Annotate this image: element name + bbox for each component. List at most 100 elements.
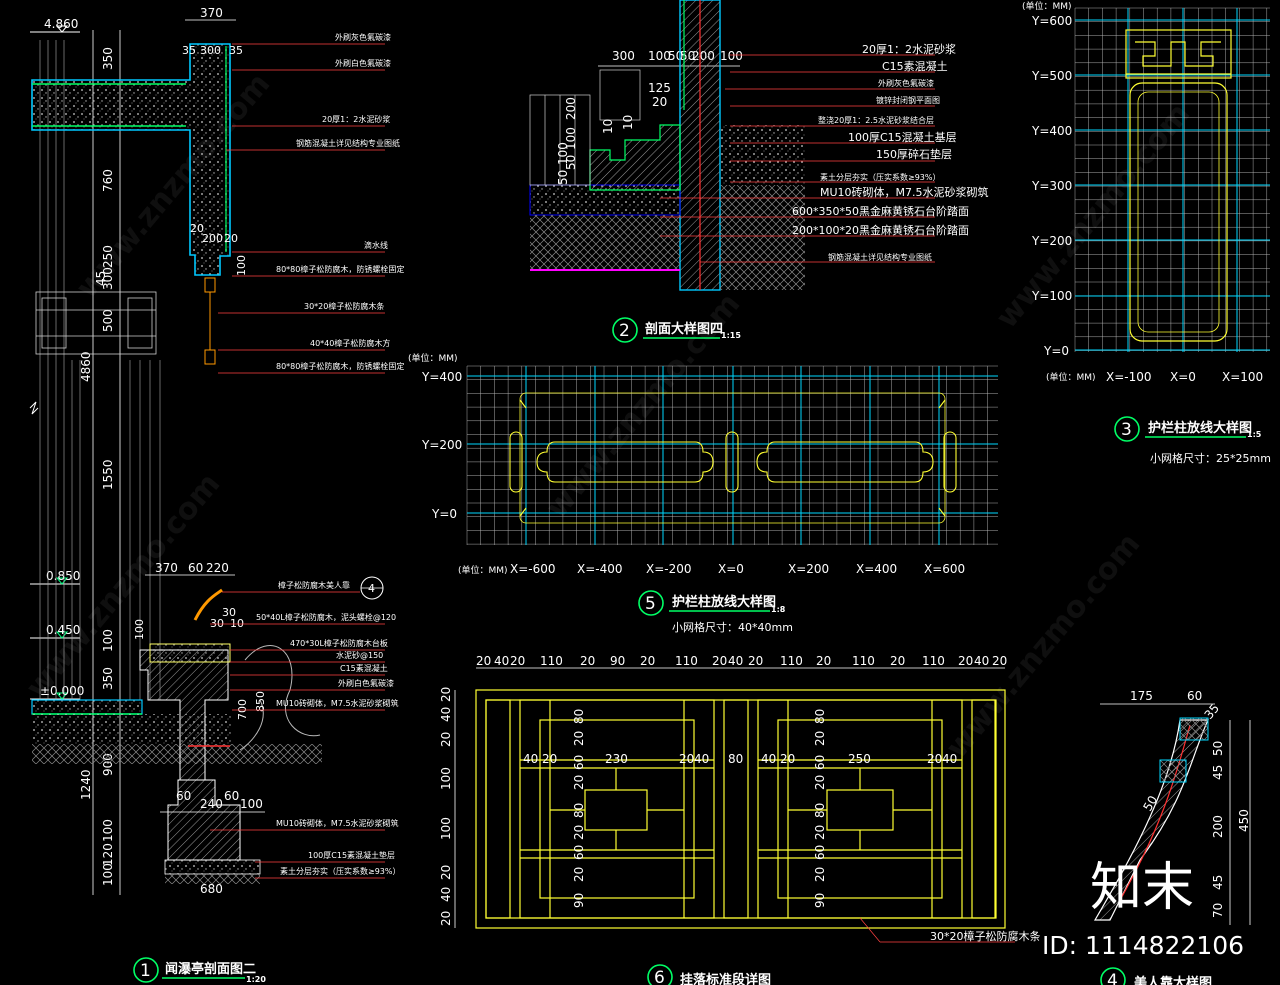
drawing-title: 2 剖面大样图四 1:15	[612, 317, 741, 343]
watermark-site: www.znzmo.com	[989, 97, 1197, 335]
dim-text: 175	[1130, 689, 1153, 703]
drawing-number: 4	[1107, 971, 1118, 985]
dim-text: 90	[813, 893, 827, 908]
drawing-2-detail: 300 100 50 50 200 100 200 100 50 100 50 …	[529, 0, 989, 343]
dim-text: 20	[580, 654, 595, 668]
note-text: 80*80樟子松防腐木，防锈螺栓固定	[276, 264, 404, 274]
drawing-title-text: 美人靠大样图	[1134, 975, 1212, 985]
note-text: 100厚C15素混凝土垫层	[308, 850, 395, 860]
dim-text: 20	[813, 825, 827, 840]
detail-ref-number: 4	[368, 582, 375, 595]
axis-label: Y=600	[1031, 14, 1072, 28]
dim-text: 4860	[79, 351, 93, 382]
dim-text: 120	[101, 843, 115, 866]
dim-text: 60	[176, 789, 191, 803]
dim-text: 250	[101, 245, 115, 268]
drawing-scale: 1:8	[771, 605, 786, 614]
dim-text: 200	[1211, 815, 1225, 838]
level-marker-0450: 0.450	[30, 623, 80, 639]
drawing-6-lattice: 20 40 20 110 20 90 20 110 20 40 20 110 20 110 20 110 20 4…	[439, 654, 1041, 985]
dim-text: 40	[728, 654, 743, 668]
dim-text: 10	[621, 115, 635, 130]
dim-text: 100	[439, 767, 453, 790]
axis-label: Y=200	[1031, 234, 1072, 248]
note-text: 40*40樟子松防腐木方	[310, 338, 390, 348]
grid-note: 小网格尺寸：25*25mm	[1150, 451, 1271, 465]
dim-text: 20	[640, 654, 655, 668]
note-text: 200*100*20黑金麻黄锈石台阶踏面	[792, 223, 969, 237]
dim-text: 100	[101, 819, 115, 842]
note-text: MU10砖砌体，M7.5水泥砂浆砌筑	[276, 698, 399, 708]
dim-text: 850	[254, 691, 267, 712]
drawing-title: 3 护栏柱放线大样图 1:5 小网格尺寸：25*25mm	[1114, 416, 1271, 465]
dim-text: 60	[813, 755, 827, 770]
unit-label: (单位：MM)	[408, 352, 458, 364]
dim-text: 35	[182, 44, 196, 57]
note-text: MU10砖砌体，M7.5水泥砂浆砌筑	[820, 185, 989, 199]
dim-text: 110	[780, 654, 803, 668]
drawing-scale: 1:5	[1247, 430, 1262, 439]
dim-text: 20	[748, 654, 763, 668]
axis-label: Y=400	[421, 370, 462, 384]
dim-text: 60	[224, 789, 239, 803]
dim-text: 20	[439, 865, 453, 880]
drawing-number: 5	[645, 594, 656, 614]
axis-label: X=0	[718, 562, 744, 576]
dim-text: 20	[813, 775, 827, 790]
level-marker-4860: 4.860	[30, 17, 80, 33]
note-text: 素土分层夯实（压实系数≥93%）	[820, 172, 940, 182]
level-label: 0.450	[46, 623, 80, 637]
note-text: 滴水线	[364, 240, 388, 250]
dim-text: 1240	[79, 769, 93, 800]
axis-label: Y=500	[1031, 69, 1072, 83]
drawing-title-text: 护栏柱放线大样图	[1148, 420, 1252, 436]
drawing-5-grid: (单位：MM) Y=400 Y=200 Y=0 (单位：MM) X=-600 X…	[408, 352, 998, 634]
note-text: 外刷白色氟碳漆	[338, 678, 394, 688]
axis-label: X=-200	[646, 562, 692, 576]
dim-text: 40	[694, 752, 709, 766]
level-label: ±0.000	[40, 684, 84, 698]
dim-text: 370	[200, 6, 223, 20]
dim-text: 125	[648, 81, 671, 95]
detail-ref-bubble: 4	[360, 576, 384, 600]
note-text: 水泥砂@150	[336, 650, 383, 660]
dim-text: 300	[612, 49, 635, 63]
dim-text: 350	[101, 667, 115, 690]
dim-text: 20	[712, 654, 727, 668]
drawing-title: 6 挂落标准段详图	[647, 964, 771, 985]
dim-text: 100	[101, 629, 115, 652]
dim-text: 230	[605, 752, 628, 766]
note-text: 30*20樟子松防腐木条	[304, 301, 384, 311]
note-text: 100厚C15混凝土基层	[848, 130, 957, 144]
note-text: 600*350*50黑金麻黄锈石台阶踏面	[792, 204, 969, 218]
dim-text: 40	[439, 887, 453, 902]
dim-text: 370	[155, 561, 178, 575]
drawing-title-text: 闻瀑亭剖面图二	[165, 961, 256, 977]
drawing-title: 1 闻瀑亭剖面图二 1:20	[133, 957, 266, 984]
note-text: C15素混凝土	[340, 663, 388, 673]
dim-text: 40	[942, 752, 957, 766]
dim-text: 80	[572, 803, 586, 818]
dim-text: 20	[542, 752, 557, 766]
axis-label: X=100	[1222, 370, 1263, 384]
note-text: 整浇20厚1：2.5水泥砂浆结合层	[818, 115, 934, 125]
dim-text: 40	[523, 752, 538, 766]
dim-text: 220	[206, 561, 229, 575]
dim-text: 20	[439, 911, 453, 926]
dim-text: 100	[439, 817, 453, 840]
axis-label: Y=200	[421, 438, 462, 452]
dim-text: 20	[890, 654, 905, 668]
dim-text: 20	[652, 95, 667, 109]
axis-label: Y=0	[431, 507, 457, 521]
dim-text: 20	[224, 232, 238, 245]
dim-text: 100	[556, 142, 570, 165]
unit-label: (单位：MM)	[458, 564, 508, 576]
note-text: 钢筋混凝土详见结构专业图纸	[828, 252, 932, 262]
note-text: 外刷白色氟碳漆	[335, 58, 391, 68]
dim-text: 100	[720, 49, 743, 63]
level-label: 0.850	[46, 569, 80, 583]
dim-text: 90	[572, 893, 586, 908]
brand-logo-text: 知末	[1090, 858, 1194, 918]
dim-text: 90	[610, 654, 625, 668]
dim-text: 240	[200, 797, 223, 811]
